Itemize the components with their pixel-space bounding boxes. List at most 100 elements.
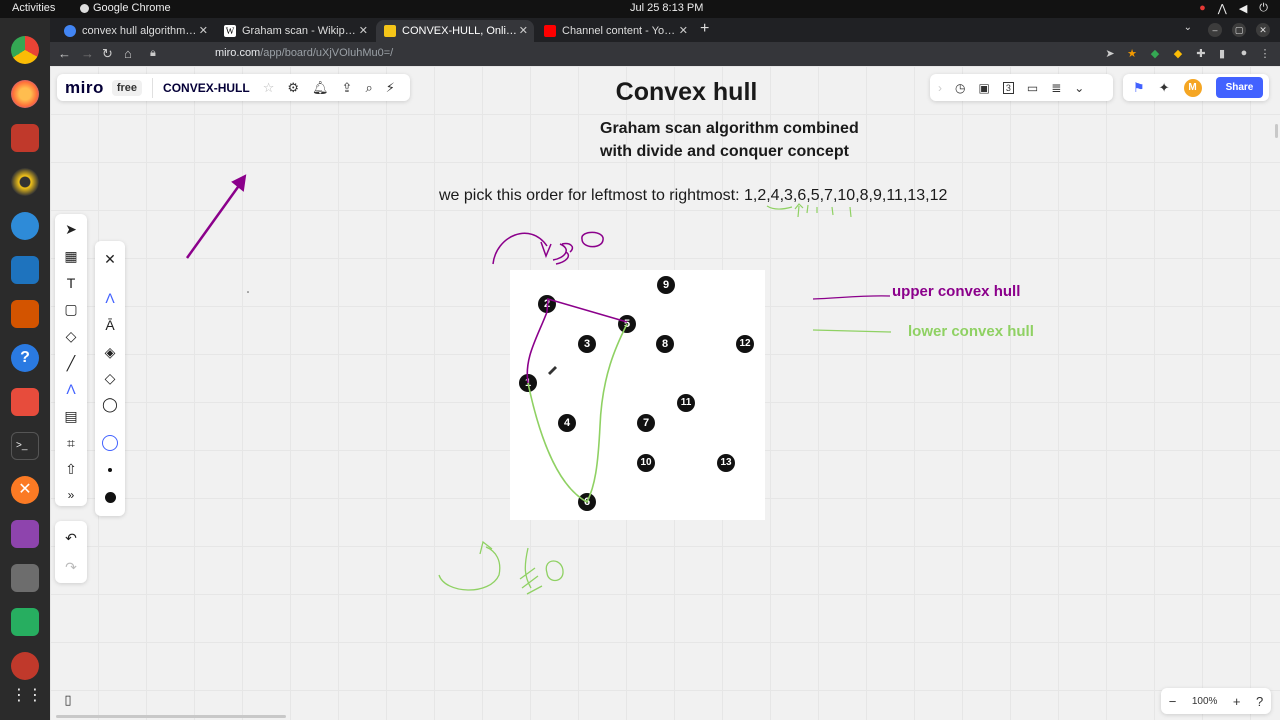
site-info-icon[interactable]: 🔒︎ [150, 47, 156, 60]
minimize-button[interactable]: – [1208, 23, 1222, 37]
comment-tool-icon[interactable]: ▤ [55, 403, 87, 429]
smart-draw-icon[interactable]: ◈ [95, 339, 125, 365]
gimp-dock-icon[interactable] [11, 564, 39, 592]
pen-icon[interactable]: Λ [95, 285, 125, 311]
board-title-text[interactable]: Convex hull [560, 78, 813, 107]
tab-convex-hull-search[interactable]: convex hull algorithm - Go ✕ [56, 20, 214, 42]
points-image[interactable]: 1 2 3 4 5 6 7 8 9 10 11 12 13 [510, 270, 765, 520]
close-tab-icon[interactable]: ✕ [679, 24, 688, 37]
terminal-dock-icon[interactable]: >_ [11, 432, 39, 460]
impress-dock-icon[interactable] [11, 300, 39, 328]
frame-tool-icon[interactable]: ⌗ [55, 430, 87, 456]
zoom-in-button[interactable]: + [1233, 694, 1241, 709]
files-dock-icon[interactable] [11, 124, 39, 152]
system-tray[interactable]: ● ⋀ ◀ ⏻ [1199, 2, 1268, 15]
lasso-icon[interactable]: ◯ [95, 391, 125, 417]
vertical-scrollbar[interactable] [1275, 124, 1278, 138]
new-tab-button[interactable]: + [700, 20, 709, 38]
help-icon[interactable]: ? [1256, 694, 1263, 709]
shapes-icon[interactable]: ◇ [55, 323, 87, 349]
eraser-icon[interactable]: ◇ [95, 365, 125, 391]
select-tool-icon[interactable]: ➤ [55, 216, 87, 242]
close-window-button[interactable]: ✕ [1256, 23, 1270, 37]
frames-panel-button[interactable]: ▯ [55, 688, 81, 712]
legend-lower-label[interactable]: lower convex hull [908, 323, 1034, 340]
show-apps-icon[interactable]: ⋮⋮ [11, 682, 43, 710]
miro-logo[interactable]: miro [65, 78, 104, 98]
upload-icon[interactable]: ⇪ [342, 80, 353, 96]
menu-kebab-icon[interactable]: ⋮ [1258, 47, 1272, 61]
order-text[interactable]: we pick this order for leftmost to right… [439, 187, 947, 205]
sticky-note-icon[interactable]: ▢ [55, 296, 87, 322]
celebrate-icon[interactable]: ✦ [1159, 80, 1170, 96]
search-icon[interactable]: ⌕ [365, 80, 372, 96]
miro-board-canvas[interactable]: miro free CONVEX-HULL ☆ ⚙ 🔔︎ ⇪ ⌕ ⚡︎ › ◷ … [50, 66, 1280, 720]
plugin-icon[interactable]: ⚡︎ [386, 80, 395, 96]
help-dock-icon[interactable]: ? [11, 344, 39, 372]
rhythmbox-dock-icon[interactable] [11, 168, 39, 196]
close-tab-icon[interactable]: ✕ [519, 24, 528, 37]
chevron-right-icon[interactable]: › [938, 81, 942, 95]
close-tab-icon[interactable]: ✕ [199, 24, 208, 37]
notes-icon[interactable]: ≣ [1051, 81, 1061, 95]
timer-icon[interactable]: ◷ [955, 81, 965, 95]
color-picker-icon[interactable] [95, 429, 125, 455]
frame-icon[interactable]: ▣ [978, 81, 989, 95]
stroke-thick-icon[interactable] [95, 483, 125, 509]
upload-tool-icon[interactable]: ⇧ [55, 456, 87, 482]
video-editor-dock-icon[interactable] [11, 520, 39, 548]
zoom-out-button[interactable]: − [1169, 694, 1177, 709]
app-menu[interactable]: Google Chrome [80, 2, 171, 14]
tab-search-chevron-icon[interactable]: ⌄ [1184, 22, 1192, 33]
bookmark-star-icon[interactable]: ★ [1125, 47, 1139, 61]
profile-icon[interactable]: ● [1237, 47, 1251, 61]
forward-button[interactable]: → [81, 46, 94, 61]
activities-button[interactable]: Activities [12, 2, 55, 14]
board-subtitle-text[interactable]: Graham scan algorithm combined with divi… [600, 117, 890, 163]
more-tools-icon[interactable]: » [55, 482, 87, 508]
avatar[interactable]: M [1183, 78, 1202, 97]
send-icon[interactable]: ➤ [1103, 47, 1117, 61]
bell-icon[interactable]: 🔔︎ [312, 80, 329, 96]
firefox-dock-icon[interactable] [11, 80, 39, 108]
redo-icon[interactable]: ↷ [55, 554, 87, 580]
plan-badge[interactable]: free [111, 79, 143, 96]
back-button[interactable]: ← [58, 46, 71, 61]
writer-dock-icon[interactable] [11, 256, 39, 284]
screen-recorder-dock-icon[interactable] [11, 652, 39, 680]
tab-graham-scan-wikipedia[interactable]: W Graham scan - Wikipedia ✕ [216, 20, 374, 42]
extensions-puzzle-icon[interactable]: ✚ [1194, 47, 1208, 61]
legend-upper-label[interactable]: upper convex hull [892, 283, 1020, 300]
share-button[interactable]: Share [1215, 77, 1264, 98]
horizontal-scrollbar[interactable] [56, 715, 286, 718]
extension-icon[interactable]: ◆ [1148, 47, 1162, 61]
highlighter-icon[interactable]: Ā [95, 312, 125, 338]
zoom-level[interactable]: 100% [1192, 696, 1218, 707]
chrome-dock-icon[interactable] [11, 36, 39, 64]
settings-gear-icon[interactable]: ⚙ [287, 80, 299, 96]
text-tool-icon[interactable]: T [55, 270, 87, 296]
star-icon[interactable]: ☆ [263, 80, 275, 96]
reload-button[interactable]: ↻ [102, 46, 113, 62]
tab-youtube-channel[interactable]: Channel content - YouTub ✕ [536, 20, 694, 42]
stroke-thin-icon[interactable] [95, 456, 125, 482]
software-dock-icon[interactable] [11, 388, 39, 416]
board-name[interactable]: CONVEX-HULL [163, 81, 250, 95]
calc-dock-icon[interactable] [11, 608, 39, 636]
home-button[interactable]: ⌂ [124, 46, 132, 61]
xampp-dock-icon[interactable]: ✕ [11, 476, 39, 504]
maximize-button[interactable]: ▢ [1232, 23, 1246, 37]
close-tab-icon[interactable]: ✕ [359, 24, 368, 37]
close-icon[interactable]: ✕ [95, 246, 125, 272]
address-bar[interactable]: miro.com/app/board/uXjVOluhMu0=/ [215, 47, 393, 59]
line-tool-icon[interactable]: ╱ [55, 350, 87, 376]
clock[interactable]: Jul 25 8:13 PM [630, 2, 703, 14]
thunderbird-dock-icon[interactable] [11, 212, 39, 240]
tab-miro-board[interactable]: CONVEX-HULL, Online Wh ✕ [376, 20, 534, 42]
comment-icon[interactable]: ▭ [1027, 81, 1038, 95]
pen-tool-icon[interactable]: Λ [55, 376, 87, 402]
undo-icon[interactable]: ↶ [55, 525, 87, 551]
extension-icon[interactable]: ◆ [1171, 47, 1185, 61]
reactions-icon[interactable]: ⚑ [1133, 80, 1145, 96]
templates-icon[interactable]: ▦ [55, 243, 87, 269]
